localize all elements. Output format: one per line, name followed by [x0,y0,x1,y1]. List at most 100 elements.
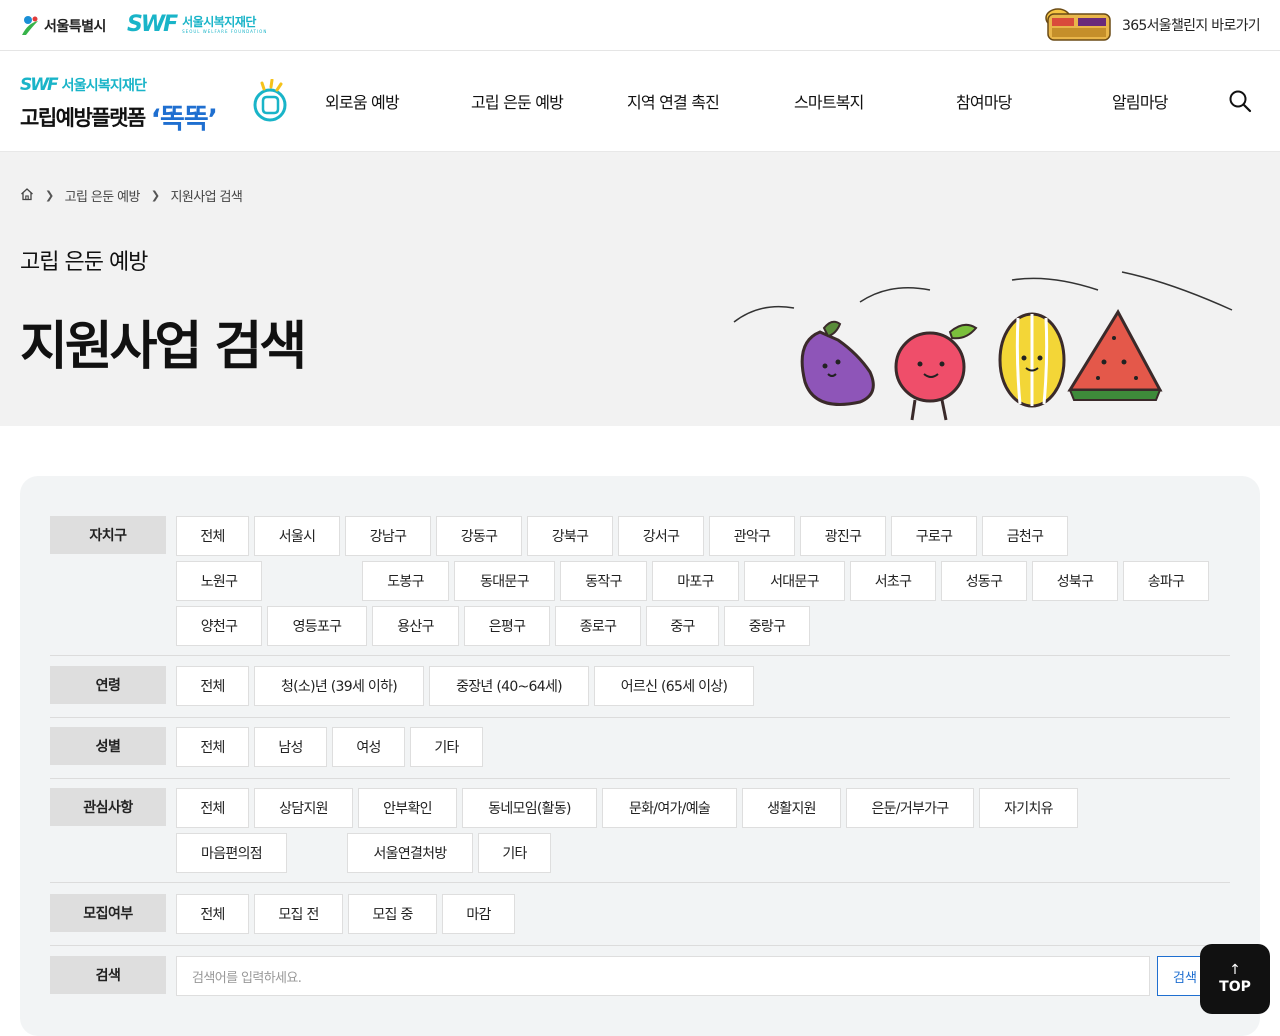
breadcrumb-item-current: 지원사업 검색 [170,190,243,205]
district-chip[interactable]: 마포구 [652,561,739,601]
age-chip[interactable]: 어르신 (65세 이상) [594,666,754,706]
district-chip[interactable]: 구로구 [891,516,977,556]
brand-title: 고립예방플랫폼 [20,105,146,130]
filter-label-gender: 성별 [50,727,166,765]
swf-logo[interactable]: SWF 서울시복지재단 SEOUL WELFARE FOUNDATION [127,12,267,37]
swf-mark: SWF [127,12,178,37]
filter-label-recruit: 모집여부 [50,894,166,932]
nav-item-community[interactable]: 지역 연결 촉진 [627,89,720,113]
brand-swf-mark: SWF [20,75,59,95]
interest-chip[interactable]: 기타 [478,833,551,873]
gender-chip[interactable]: 기타 [410,727,483,767]
interest-chip[interactable]: 전체 [176,788,249,828]
keyword-search-input[interactable]: 검색어를 입력하세요. [176,956,1150,996]
page-title: 지원사업 검색 [20,317,307,377]
nav-item-loneliness[interactable]: 외로움 예방 [325,89,400,113]
chevron-right-icon: ❯ [45,189,54,202]
recruit-chip[interactable]: 모집 전 [254,894,343,934]
district-chip[interactable]: 동대문구 [454,561,555,601]
district-chip[interactable]: 서초구 [850,561,936,601]
seoul-city-logo[interactable]: 서울특별시 [20,13,106,39]
breadcrumb: ❯ 고립 은둔 예방 ❯ 지원사업 검색 [20,186,243,205]
district-chip[interactable]: 전체 [176,516,249,556]
district-chip[interactable]: 서울시 [254,516,340,556]
gender-chip[interactable]: 여성 [332,727,405,767]
age-chips: 전체 청(소)년 (39세 이하) 중장년 (40~64세) 어르신 (65세 … [176,666,759,711]
interest-chip[interactable]: 안부확인 [358,788,457,828]
interest-chip[interactable]: 서울연결처방 [347,833,473,873]
district-chip[interactable]: 강서구 [618,516,704,556]
interest-chip[interactable]: 마음편의점 [176,833,287,873]
district-chip[interactable]: 중구 [646,606,719,646]
district-chip[interactable]: 노원구 [176,561,262,601]
district-chip[interactable]: 광진구 [800,516,886,556]
hero-section: ❯ 고립 은둔 예방 ❯ 지원사업 검색 고립 은둔 예방 지원사업 검색 [0,152,1280,426]
filter-row-interest: 관심사항 전체 상담지원 안부확인 동네모임(활동) 문화/여가/예술 생활지원… [50,788,1230,883]
district-chip[interactable]: 서대문구 [744,561,845,601]
gender-chips: 전체 남성 여성 기타 [176,727,488,772]
district-chip[interactable]: 성동구 [941,561,1027,601]
filter-panel: 자치구 전체 서울시 강남구 강동구 강북구 강서구 관악구 광진구 구로구 금… [20,476,1260,1036]
search-icon[interactable] [1228,89,1252,113]
brand-foundation: 서울시복지재단 [61,78,147,94]
filter-row-recruit: 모집여부 전체 모집 전 모집 중 마감 [50,894,1230,946]
filter-label-interest: 관심사항 [50,788,166,826]
main-header: SWF 서울시복지재단 고립예방플랫폼 ‘똑똑’ 외로움 예방 고립 은둔 예방… [0,51,1280,152]
district-chip[interactable]: 용산구 [372,606,459,646]
chevron-right-icon: ❯ [150,189,160,202]
scroll-top-label: TOP [1219,979,1251,995]
knock-hand-icon [250,78,290,125]
district-chips: 전체 서울시 강남구 강동구 강북구 강서구 관악구 광진구 구로구 금천구 노… [176,516,1236,651]
interest-chips: 전체 상담지원 안부확인 동네모임(활동) 문화/여가/예술 생활지원 은둔/거… [176,788,1216,878]
recruit-chip[interactable]: 마감 [442,894,515,934]
district-chip[interactable]: 성북구 [1032,561,1118,601]
district-chip[interactable]: 강북구 [527,516,613,556]
district-chip[interactable]: 영등포구 [267,606,367,646]
filter-row-gender: 성별 전체 남성 여성 기타 [50,727,1230,779]
breadcrumb-item[interactable]: 고립 은둔 예방 [65,186,141,205]
interest-chip[interactable]: 상담지원 [254,788,353,828]
scroll-top-button[interactable]: ↑ TOP [1200,944,1270,1014]
district-chip[interactable]: 관악구 [709,516,795,556]
interest-chip[interactable]: 문화/여가/예술 [602,788,737,828]
seoul-logo-text: 서울특별시 [44,19,106,35]
nav-item-notice[interactable]: 알림마당 [1112,89,1168,113]
interest-chip[interactable]: 자기치유 [979,788,1078,828]
district-chip[interactable]: 강동구 [436,516,522,556]
arrow-up-icon: ↑ [1229,962,1241,978]
section-subtitle: 고립 은둔 예방 [20,250,148,275]
gender-chip[interactable]: 남성 [254,727,327,767]
home-icon[interactable] [20,187,34,205]
recruit-chip[interactable]: 모집 중 [348,894,437,934]
interest-chip[interactable]: 은둔/거부가구 [846,788,974,828]
district-chip[interactable]: 금천구 [982,516,1068,556]
nav-item-participation[interactable]: 참여마당 [956,89,1012,113]
district-chip[interactable]: 동작구 [560,561,647,601]
interest-chip[interactable]: 동네모임(활동) [462,788,597,828]
nav-item-isolation[interactable]: 고립 은둔 예방 [471,89,564,113]
district-chip[interactable]: 중랑구 [724,606,810,646]
district-chip[interactable]: 양천구 [176,606,262,646]
interest-chip[interactable]: 생활지원 [742,788,841,828]
challenge-link-group[interactable]: 365서울챌린지 바로가기 [1042,6,1261,44]
swf-name: 서울시복지재단 [182,14,256,29]
platform-logo[interactable]: SWF 서울시복지재단 고립예방플랫폼 ‘똑똑’ [20,75,290,135]
age-chip[interactable]: 전체 [176,666,249,706]
recruit-chip[interactable]: 전체 [176,894,249,934]
district-chip[interactable]: 송파구 [1123,561,1209,601]
brand-quote: ‘똑똑’ [150,104,218,135]
recruit-chips: 전체 모집 전 모집 중 마감 [176,894,520,939]
filter-label-district: 자치구 [50,516,166,554]
challenge-link[interactable]: 365서울챌린지 바로가기 [1122,15,1261,35]
gender-chip[interactable]: 전체 [176,727,249,767]
swf-subtitle: SEOUL WELFARE FOUNDATION [182,28,268,34]
age-chip[interactable]: 중장년 (40~64세) [429,666,589,706]
district-chip[interactable]: 도봉구 [362,561,449,601]
nav-item-smart-welfare[interactable]: 스마트복지 [794,89,864,113]
filter-row-age: 연령 전체 청(소)년 (39세 이하) 중장년 (40~64세) 어르신 (6… [50,666,1230,718]
challenge-badge-icon [1042,6,1114,44]
age-chip[interactable]: 청(소)년 (39세 이하) [254,666,424,706]
district-chip[interactable]: 종로구 [555,606,641,646]
district-chip[interactable]: 강남구 [345,516,431,556]
district-chip[interactable]: 은평구 [464,606,550,646]
